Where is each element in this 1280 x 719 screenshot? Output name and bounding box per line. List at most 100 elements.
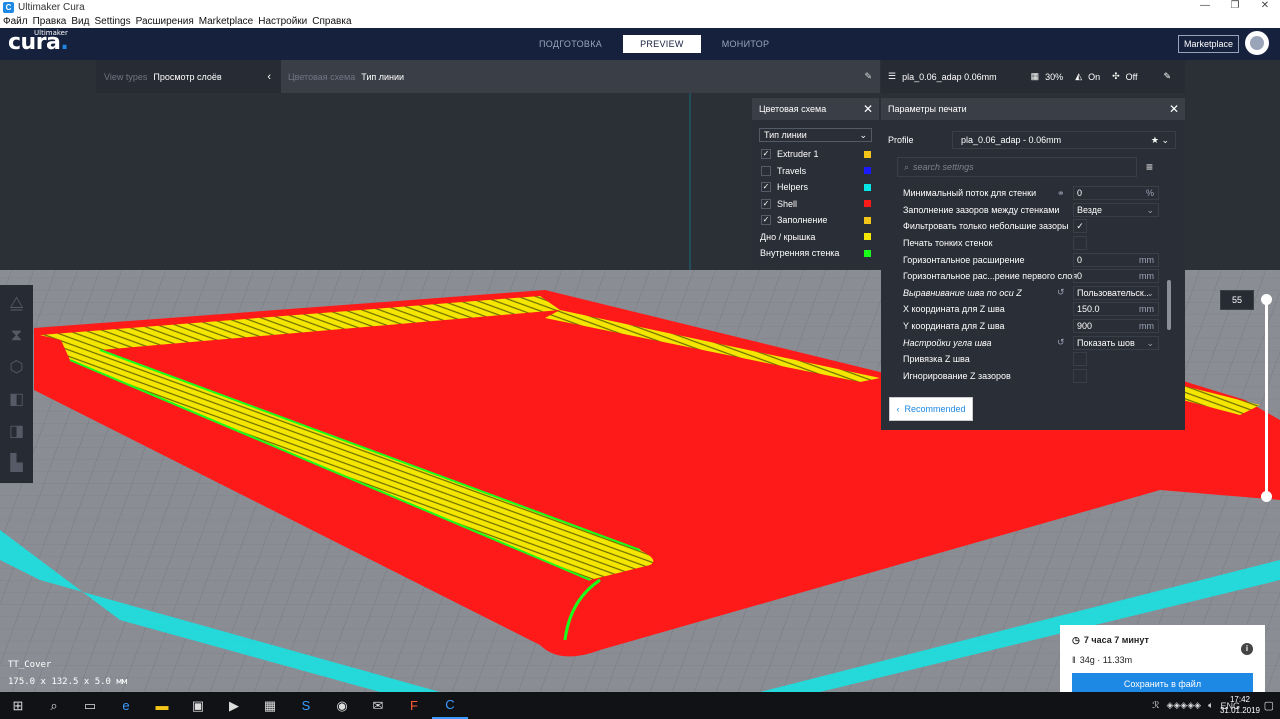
edge-icon[interactable]: e	[108, 692, 144, 719]
setting-unit: mm	[1139, 254, 1154, 265]
skype-icon[interactable]: S	[288, 692, 324, 719]
reset-icon[interactable]: ↺	[1057, 287, 1065, 298]
color-scheme-title: Цветовая схема	[759, 104, 827, 114]
setting-row: Привязка Z шва	[881, 351, 1181, 368]
view-front-icon[interactable]: ⧗	[6, 325, 28, 347]
browser-icon[interactable]: ◉	[324, 692, 360, 719]
setting-dropdown[interactable]: Показать шов ⌄	[1073, 335, 1159, 350]
menu-help[interactable]: Справка	[312, 16, 351, 27]
legend-checkbox[interactable]: ✓	[761, 182, 771, 193]
setting-dropdown[interactable]: Везде ⌄	[1073, 202, 1159, 217]
explorer-icon[interactable]: ▬	[144, 692, 180, 719]
object-dimensions: 175.0 x 132.5 x 5.0 мм	[8, 677, 128, 687]
view-3d-icon[interactable]: ⧋	[6, 293, 28, 315]
search-settings-field[interactable]: ⌕ search settings	[897, 157, 1137, 177]
setting-row: Горизонтальное рас...рение первого слоя 0…	[881, 268, 1181, 285]
menu-marketplace[interactable]: Marketplace	[199, 16, 253, 27]
setting-label: Минимальный поток для стенки	[903, 188, 1037, 199]
legend-item[interactable]: ✓ Заполнение	[752, 212, 879, 229]
setting-checkbox[interactable]: ✓	[1073, 219, 1087, 234]
clock[interactable]: 17:42 31.01.2019	[1220, 694, 1260, 716]
people-icon[interactable]: ℛ	[1152, 700, 1159, 711]
view-right-icon[interactable]: ◨	[6, 421, 28, 443]
view-layers-icon[interactable]: ▙	[6, 453, 28, 475]
setting-checkbox[interactable]	[1073, 236, 1087, 251]
legend-item[interactable]: Travels	[752, 163, 879, 180]
tab-prepare[interactable]: ПОДГОТОВКА	[530, 35, 611, 53]
color-scheme-selector[interactable]: Цветовая схема Тип линии ✎	[281, 60, 880, 93]
view-top-icon[interactable]: ⬡	[6, 357, 28, 379]
calculator-icon[interactable]: ▦	[252, 692, 288, 719]
setting-label: Горизонтальное рас...рение первого слоя	[903, 271, 1078, 282]
menu-settings[interactable]: Settings	[94, 16, 130, 27]
setting-input[interactable]: 900 mm	[1073, 319, 1159, 334]
legend-checkbox[interactable]	[761, 165, 771, 176]
close-button[interactable]: ✕	[1250, 0, 1280, 11]
link-icon[interactable]: ⚭	[1057, 188, 1065, 199]
account-avatar[interactable]	[1245, 31, 1269, 55]
app-icon[interactable]: F	[396, 692, 432, 719]
setting-input[interactable]: 0 mm	[1073, 252, 1159, 267]
reset-icon[interactable]: ↺	[1057, 337, 1065, 348]
legend-item[interactable]: ✓ Shell	[752, 196, 879, 213]
clock-date: 31.01.2019	[1219, 706, 1260, 715]
notification-icon[interactable]: ▢	[1264, 699, 1274, 712]
media-icon[interactable]: ▶	[216, 692, 252, 719]
close-icon[interactable]: ✕	[1169, 102, 1179, 116]
line-type-dropdown[interactable]: Тип линии ⌄	[759, 128, 872, 142]
view-type-selector[interactable]: View types Просмотр слоёв ‹	[96, 60, 281, 93]
volume-icon[interactable]: 🔈︎	[1208, 700, 1213, 711]
close-icon[interactable]: ✕	[863, 102, 873, 116]
recommended-button[interactable]: ‹ Recommended	[889, 397, 973, 421]
setting-checkbox[interactable]	[1073, 368, 1087, 383]
start-icon[interactable]: ⊞	[0, 692, 36, 719]
setting-input[interactable]: 150.0 mm	[1073, 302, 1159, 317]
menu-view[interactable]: Вид	[71, 16, 89, 27]
legend-checkbox[interactable]: ✓	[761, 198, 771, 209]
pencil-icon[interactable]: ✎	[1163, 71, 1171, 82]
chevron-down-icon: ⌄	[1146, 337, 1154, 348]
print-job-card: ◷ 7 часа 7 минут ‖ 34g · 11.33m i Сохранит…	[1060, 625, 1265, 695]
view-left-icon[interactable]: ◧	[6, 389, 28, 411]
setting-unit: mm	[1139, 304, 1154, 315]
menu-preferences[interactable]: Настройки	[258, 16, 307, 27]
print-setup-selector[interactable]: ☰ pla_0.06_adap 0.06mm ▦ 30% ◭ On ✣ Off …	[881, 60, 1185, 93]
setting-dropdown[interactable]: Пользовательск... ⌄	[1073, 285, 1159, 300]
search-icon[interactable]: ⌕	[36, 692, 72, 719]
task-view-icon[interactable]: ▭	[72, 692, 108, 719]
mail-icon[interactable]: ✉	[360, 692, 396, 719]
setting-checkbox[interactable]	[1073, 352, 1087, 367]
layer-number-field[interactable]: 55	[1220, 290, 1254, 310]
chevron-left-icon[interactable]: ‹	[267, 71, 271, 83]
menu-icon[interactable]: ≡	[1146, 160, 1153, 174]
menu-extensions[interactable]: Расширения	[136, 16, 194, 27]
legend-checkbox[interactable]: ✓	[761, 215, 771, 226]
layer-slider-track[interactable]	[1265, 299, 1268, 497]
setting-unit: mm	[1139, 271, 1154, 282]
setting-value: Везде	[1077, 204, 1102, 215]
menu-edit[interactable]: Правка	[33, 16, 67, 27]
setting-input[interactable]: 0%	[1073, 186, 1159, 201]
cura-taskbar-icon[interactable]: C	[432, 692, 468, 719]
windows-taskbar: ⊞ ⌕ ▭ e ▬ ▣ ▶ ▦ S ◉ ✉ F C ℛ ◈◈◈◈◈ 🔈︎ ENG…	[0, 692, 1280, 719]
minimize-button[interactable]: —	[1190, 0, 1220, 11]
marketplace-button[interactable]: Marketplace	[1178, 35, 1240, 53]
maximize-button[interactable]: ❐	[1220, 0, 1250, 11]
store-icon[interactable]: ▣	[180, 692, 216, 719]
legend-checkbox[interactable]: ✓	[761, 149, 771, 160]
profile-dropdown[interactable]: pla_0.06_adap - 0.06mm ★ ⌄	[952, 131, 1176, 149]
layer-slider-bottom-handle[interactable]	[1261, 491, 1272, 502]
tab-monitor[interactable]: МОНИТОР	[713, 35, 779, 53]
setting-input[interactable]: 0 mm	[1073, 269, 1159, 284]
settings-scrollbar[interactable]	[1167, 280, 1171, 330]
setting-value: 150.0	[1077, 304, 1100, 315]
tray-apps-icon[interactable]: ◈◈◈◈◈	[1166, 700, 1201, 711]
legend-item[interactable]: ✓ Helpers	[752, 179, 879, 196]
info-icon[interactable]: i	[1241, 643, 1253, 655]
layer-slider-top-handle[interactable]	[1261, 294, 1272, 305]
pencil-icon[interactable]: ✎	[864, 71, 872, 82]
tab-preview[interactable]: PREVIEW	[623, 35, 701, 53]
menu-file[interactable]: Файл	[3, 16, 28, 27]
legend-item[interactable]: ✓ Extruder 1	[752, 146, 879, 163]
legend-swatch	[864, 200, 871, 208]
